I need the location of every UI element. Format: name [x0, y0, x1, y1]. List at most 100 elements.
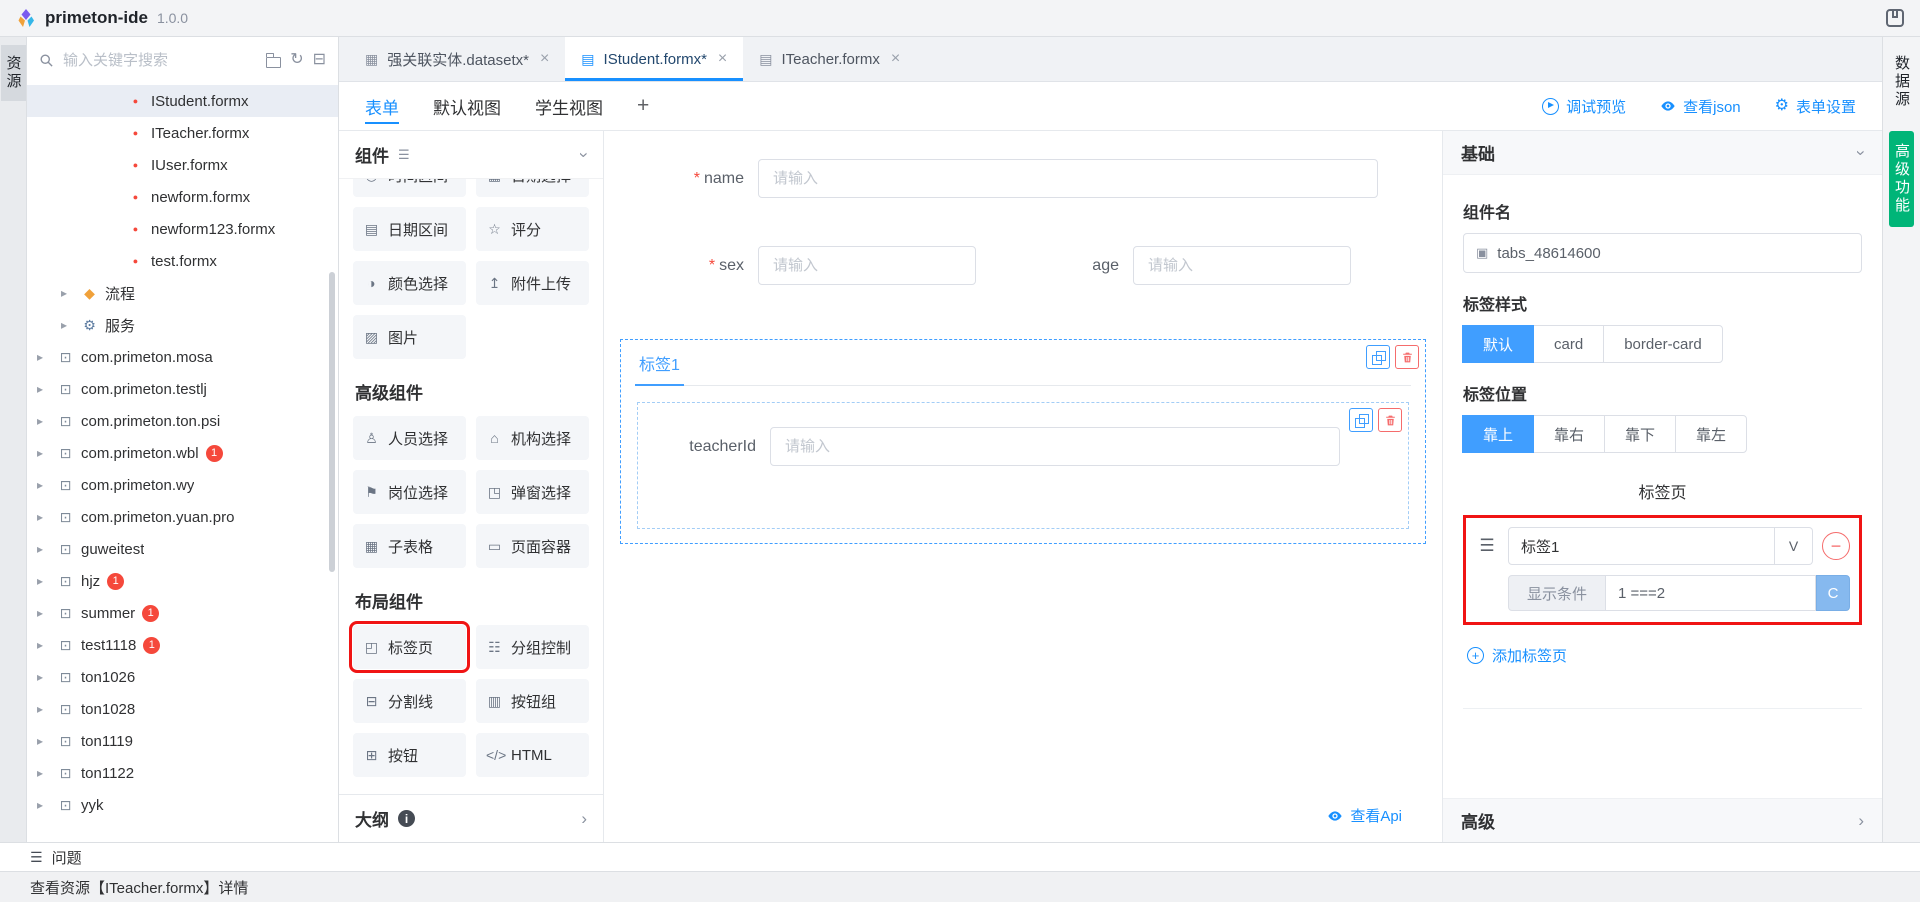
- palette-component[interactable]: ☆ 评分: [476, 207, 589, 251]
- close-icon[interactable]: ×: [891, 50, 900, 68]
- palette-component[interactable]: </> HTML: [476, 733, 589, 777]
- palette-component[interactable]: ◰ 标签页: [353, 625, 466, 669]
- tab-position-option[interactable]: 靠右: [1533, 415, 1605, 453]
- palette-component[interactable]: ↥ 附件上传: [476, 261, 589, 305]
- sex-field-input[interactable]: [758, 246, 976, 285]
- view-api-link[interactable]: 查看Api: [1287, 795, 1442, 832]
- tree-item[interactable]: ▸ ⊡ com.primeton.mosa: [27, 341, 338, 373]
- accent-panel-tab[interactable]: 高级功能: [1889, 131, 1914, 227]
- palette-component[interactable]: ▥ 按钮组: [476, 679, 589, 723]
- palette-component[interactable]: ⌂ 机构选择: [476, 416, 589, 460]
- delete-widget-button[interactable]: [1378, 408, 1402, 432]
- expand-arrow-icon[interactable]: ▸: [37, 446, 50, 460]
- document-tab[interactable]: ▦ 强关联实体.datasetx* ×: [349, 37, 565, 81]
- tab-variable-button[interactable]: V: [1775, 527, 1813, 565]
- remove-tab-button[interactable]: −: [1822, 532, 1850, 560]
- delete-widget-button[interactable]: [1395, 345, 1419, 369]
- palette-component[interactable]: ▦ 子表格: [353, 524, 466, 568]
- tree-item[interactable]: ● ITeacher.formx: [27, 117, 338, 149]
- view-tab[interactable]: 学生视图: [535, 82, 603, 130]
- tree-item[interactable]: ● newform.formx: [27, 181, 338, 213]
- chevron-down-icon[interactable]: ›: [1851, 150, 1871, 156]
- problems-panel-header[interactable]: ☰ 问题: [0, 842, 1920, 871]
- tree-item[interactable]: ▸ ⊡ ton1028: [27, 693, 338, 725]
- view-tab[interactable]: 默认视图: [433, 82, 501, 130]
- age-field-input[interactable]: [1133, 246, 1351, 285]
- display-condition-input[interactable]: [1606, 575, 1816, 611]
- palette-component[interactable]: ⚑ 岗位选择: [353, 470, 466, 514]
- expand-arrow-icon[interactable]: ▸: [61, 318, 74, 332]
- palette-component[interactable]: ◷ 时间区间: [353, 179, 466, 197]
- expand-arrow-icon[interactable]: ▸: [37, 766, 50, 780]
- tab-position-option[interactable]: 靠下: [1604, 415, 1676, 453]
- widget-active-tab[interactable]: 标签1: [635, 351, 684, 385]
- expand-arrow-icon[interactable]: ▸: [37, 734, 50, 748]
- palette-component[interactable]: ▤ 日期区间: [353, 207, 466, 251]
- condition-code-button[interactable]: C: [1816, 575, 1850, 611]
- view-tab[interactable]: 表单: [365, 82, 399, 130]
- view-json-button[interactable]: 查看json: [1660, 82, 1741, 130]
- tab-position-option[interactable]: 靠左: [1675, 415, 1747, 453]
- form-settings-button[interactable]: ⚙ 表单设置: [1775, 82, 1856, 130]
- close-icon[interactable]: ×: [718, 50, 727, 68]
- form-canvas[interactable]: *name *sex age: [604, 131, 1442, 842]
- advanced-section-header[interactable]: 高级 ›: [1443, 798, 1882, 842]
- tree-item[interactable]: ▸ ⊡ test1118 1: [27, 629, 338, 661]
- expand-arrow-icon[interactable]: ▸: [37, 606, 50, 620]
- outline-panel-header[interactable]: 大纲 i ›: [339, 794, 603, 842]
- component-name-input[interactable]: [1497, 245, 1849, 262]
- palette-component[interactable]: ◳ 弹窗选择: [476, 470, 589, 514]
- teacherid-field-input[interactable]: [770, 427, 1340, 466]
- new-folder-icon[interactable]: [266, 57, 281, 68]
- tab-style-option[interactable]: card: [1533, 325, 1604, 363]
- tree-item[interactable]: ▸ ⊡ com.primeton.yuan.pro: [27, 501, 338, 533]
- expand-arrow-icon[interactable]: ▸: [37, 478, 50, 492]
- expand-arrow-icon[interactable]: ▸: [37, 542, 50, 556]
- tree-item[interactable]: ▸ ⊡ com.primeton.ton.psi: [27, 405, 338, 437]
- refresh-icon[interactable]: ↻: [290, 52, 303, 68]
- copy-widget-button[interactable]: [1366, 345, 1390, 369]
- nested-row-container[interactable]: teacherId: [637, 402, 1409, 529]
- tab-name-input[interactable]: [1508, 527, 1775, 565]
- tree-item[interactable]: ▸ ⊡ yyk: [27, 789, 338, 821]
- tree-item[interactable]: ● IStudent.formx: [27, 85, 338, 117]
- tree-item[interactable]: ▸ ⚙ 服务: [27, 309, 338, 341]
- resources-panel-tab[interactable]: 资源: [1, 45, 26, 101]
- search-input[interactable]: [63, 52, 257, 69]
- palette-component[interactable]: ▭ 页面容器: [476, 524, 589, 568]
- chevron-down-icon[interactable]: ›: [574, 152, 594, 158]
- expand-arrow-icon[interactable]: ▸: [37, 350, 50, 364]
- expand-arrow-icon[interactable]: ▸: [37, 510, 50, 524]
- palette-component[interactable]: ▨ 图片: [353, 315, 466, 359]
- tree-item[interactable]: ● newform123.formx: [27, 213, 338, 245]
- palette-header[interactable]: 组件 ☰ ›: [339, 131, 603, 179]
- datasource-panel-tab[interactable]: 数据源: [1889, 49, 1914, 115]
- name-field-input[interactable]: [758, 159, 1378, 198]
- expand-arrow-icon[interactable]: ▸: [37, 382, 50, 396]
- basic-section-header[interactable]: 基础 ›: [1443, 131, 1882, 175]
- tree-item[interactable]: ▸ ⊡ com.primeton.wy: [27, 469, 338, 501]
- expand-arrow-icon[interactable]: ▸: [37, 798, 50, 812]
- add-tab-link[interactable]: + 添加标签页: [1467, 645, 1862, 666]
- document-tab[interactable]: ▤ ITeacher.formx ×: [743, 37, 916, 81]
- document-tab[interactable]: ▤ IStudent.formx* ×: [565, 37, 743, 81]
- palette-component[interactable]: ▦ 日期选择: [476, 179, 589, 197]
- tree-item[interactable]: ▸ ⊡ com.primeton.testlj: [27, 373, 338, 405]
- expand-arrow-icon[interactable]: ▸: [61, 286, 74, 300]
- palette-component[interactable]: ♙ 人员选择: [353, 416, 466, 460]
- add-view-button[interactable]: +: [637, 82, 649, 130]
- chevron-right-icon[interactable]: ›: [1858, 811, 1864, 831]
- collapse-panel-icon[interactable]: ⊟: [313, 52, 326, 68]
- tree-item[interactable]: ▸ ⊡ summer 1: [27, 597, 338, 629]
- copy-widget-button[interactable]: [1349, 408, 1373, 432]
- sidebar-scrollbar[interactable]: [329, 272, 335, 572]
- palette-component[interactable]: ⊞ 按钮: [353, 733, 466, 777]
- chevron-right-icon[interactable]: ›: [581, 809, 587, 829]
- expand-arrow-icon[interactable]: ▸: [37, 574, 50, 588]
- save-icon[interactable]: [1886, 9, 1904, 27]
- close-icon[interactable]: ×: [540, 50, 549, 68]
- expand-arrow-icon[interactable]: ▸: [37, 638, 50, 652]
- sliders-icon[interactable]: ☰: [1475, 536, 1499, 556]
- tabs-widget[interactable]: 标签1: [620, 339, 1426, 544]
- debug-preview-button[interactable]: 调试预览: [1542, 82, 1626, 130]
